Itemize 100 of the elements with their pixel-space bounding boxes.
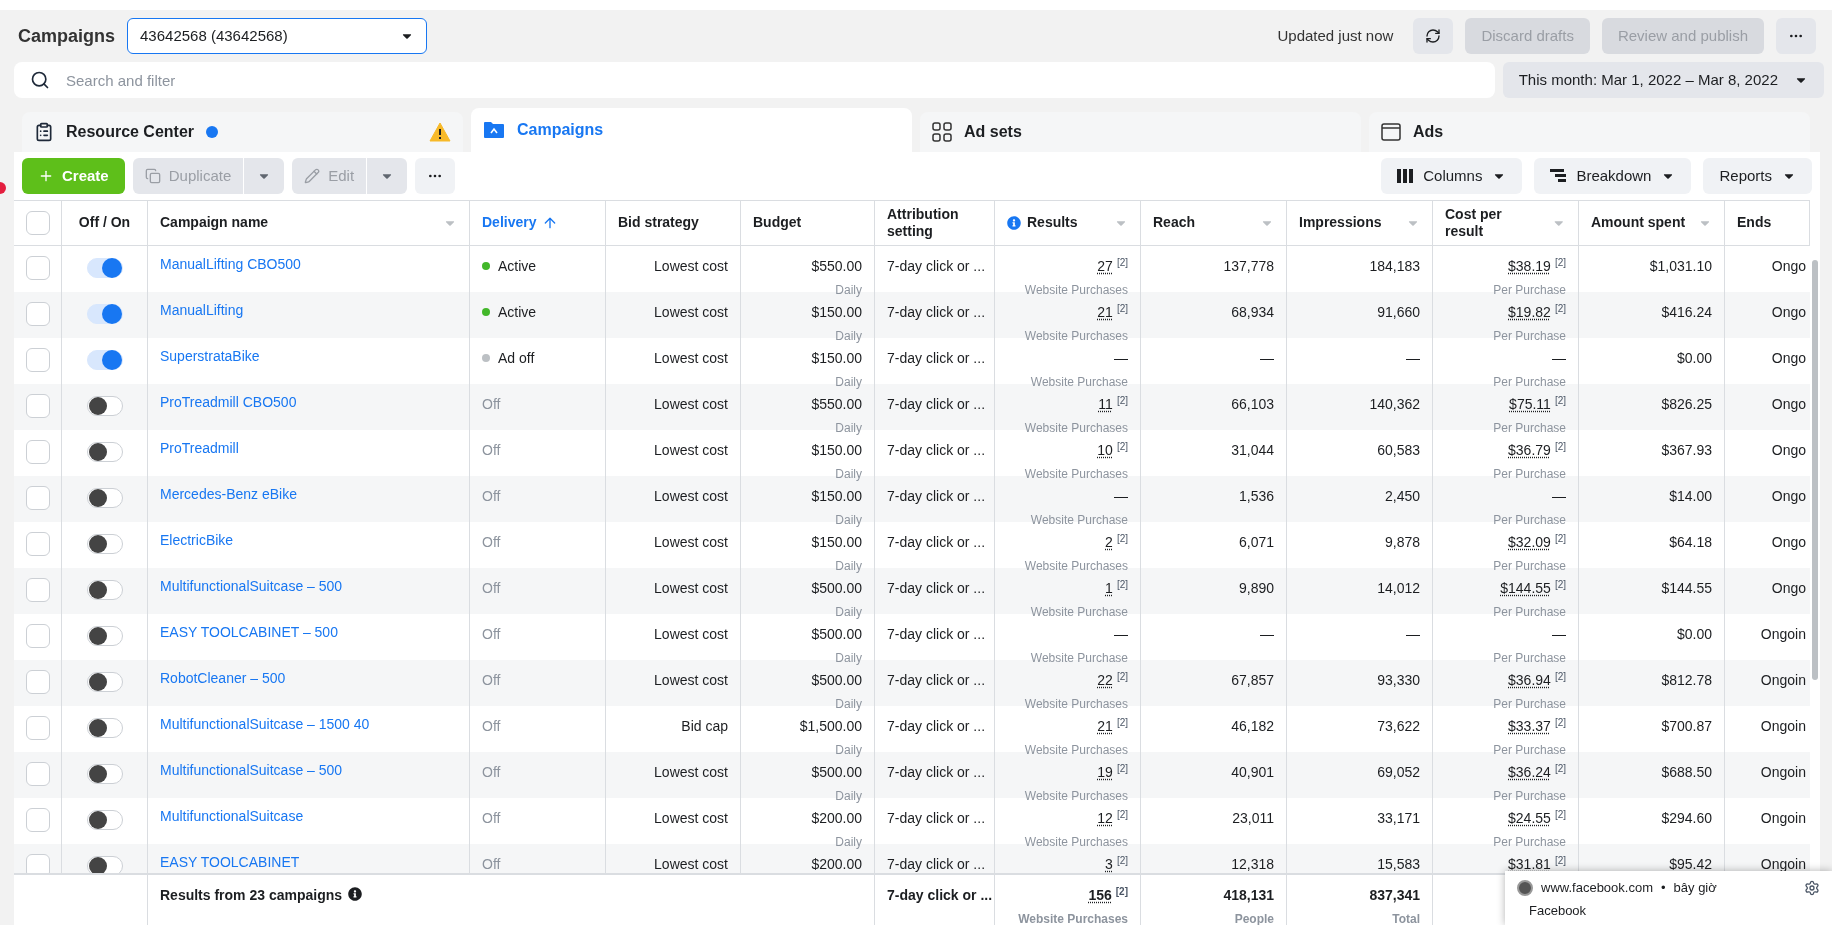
row-checkbox[interactable] <box>25 716 50 740</box>
warning-icon <box>429 122 451 142</box>
column-header[interactable]: Campaign name <box>160 214 269 232</box>
date-range-dropdown[interactable]: This month: Mar 1, 2022 – Mar 8, 2022 <box>1502 62 1824 98</box>
row-checkbox[interactable] <box>25 762 50 786</box>
campaign-link[interactable]: ProTreadmill <box>160 440 239 456</box>
metric-value: $688.50 <box>1661 763 1712 782</box>
row-checkbox[interactable] <box>25 532 50 556</box>
row-checkbox[interactable] <box>25 256 50 280</box>
settings-icon[interactable] <box>1804 880 1820 897</box>
end-date: Ongo <box>1771 487 1806 506</box>
attribution-text: 7-day click or ... <box>887 350 986 366</box>
notification-popup[interactable]: www.facebook.com • bây giờ Facebook <box>1505 871 1832 925</box>
toggle-switch[interactable] <box>86 810 123 830</box>
toggle-switch[interactable] <box>86 396 123 416</box>
toolbar-button[interactable]: Breakdown <box>1534 158 1692 194</box>
toggle-switch[interactable] <box>86 718 123 738</box>
end-date: Ongo <box>1771 395 1806 414</box>
metric-value: $64.18 <box>1669 533 1712 552</box>
more-button[interactable] <box>415 158 456 194</box>
account-dropdown[interactable]: 43642568 (43642568) <box>127 18 428 54</box>
column-header[interactable]: Ends <box>1737 214 1772 232</box>
campaign-link[interactable]: MultifunctionalSuitcase <box>160 808 304 824</box>
campaign-link[interactable]: EASY TOOLCABINET – 500 <box>160 624 338 640</box>
toolbar-button[interactable]: Reports <box>1703 158 1812 194</box>
column-header[interactable]: Bid strategy <box>618 214 699 232</box>
row-checkbox[interactable] <box>25 854 50 873</box>
refresh-button[interactable] <box>1413 18 1454 54</box>
column-header[interactable]: Results <box>1027 214 1078 232</box>
toggle-switch[interactable] <box>86 580 123 600</box>
row-checkbox[interactable] <box>25 394 50 418</box>
tab[interactable]: Resource Center <box>22 112 463 152</box>
header-checkbox[interactable] <box>25 211 50 235</box>
campaign-link[interactable]: MultifunctionalSuitcase – 500 <box>160 578 343 594</box>
info-icon <box>348 887 363 901</box>
column-header[interactable]: Cost per result <box>1445 205 1541 241</box>
row-checkbox[interactable] <box>25 578 50 602</box>
toggle-switch[interactable] <box>86 856 123 873</box>
row-checkbox[interactable] <box>25 808 50 832</box>
toggle-switch[interactable] <box>86 350 123 370</box>
toggle-switch[interactable] <box>86 488 123 508</box>
dropdown-button[interactable] <box>367 158 408 194</box>
campaign-link[interactable]: SuperstrataBike <box>160 348 260 364</box>
row-checkbox[interactable] <box>25 348 50 372</box>
notification-title: Facebook <box>1528 901 1588 920</box>
toolbar-button[interactable]: Columns <box>1381 158 1523 194</box>
column-header[interactable]: Budget <box>753 214 802 232</box>
end-date: Ongoin <box>1760 671 1806 690</box>
footnote-ref: [2] <box>1554 716 1566 730</box>
row-checkbox[interactable] <box>25 302 50 326</box>
row-checkbox[interactable] <box>25 486 50 510</box>
tab[interactable]: Ad sets <box>920 112 1361 152</box>
footnote-ref: [2] <box>1116 808 1128 822</box>
metric-value: — <box>1406 625 1420 644</box>
campaign-link[interactable]: RobotCleaner – 500 <box>160 670 286 686</box>
column-header[interactable]: Amount spent <box>1591 214 1686 232</box>
campaign-link[interactable]: MultifunctionalSuitcase – 1500 40 <box>160 716 370 732</box>
metric-value: — <box>1552 625 1566 644</box>
tab[interactable]: Campaigns <box>471 108 912 152</box>
toggle-switch[interactable] <box>86 764 123 784</box>
metric-value: 2 <box>1105 533 1113 552</box>
toggle-switch[interactable] <box>86 672 123 692</box>
campaign-link[interactable]: ElectricBike <box>160 532 234 548</box>
update-status: Updated just now <box>1277 26 1394 47</box>
metric-note: Website Purchases <box>1024 696 1128 712</box>
column-header[interactable]: Attribution setting <box>887 205 982 241</box>
metric-note: Per Purchase <box>1493 328 1566 344</box>
campaign-link[interactable]: Mercedes-Benz eBike <box>160 486 297 502</box>
metric-value: 11 <box>1098 395 1113 414</box>
campaign-link[interactable]: MultifunctionalSuitcase – 500 <box>160 762 343 778</box>
toggle-switch[interactable] <box>86 442 123 462</box>
column-header[interactable]: Impressions <box>1299 214 1382 232</box>
create-button[interactable]: Create <box>22 158 125 194</box>
toggle-switch[interactable] <box>86 626 123 646</box>
metric-note: Daily <box>835 696 862 712</box>
campaign-link[interactable]: ManualLifting <box>160 302 244 318</box>
row-checkbox[interactable] <box>25 624 50 648</box>
toggle-switch[interactable] <box>86 304 123 324</box>
attribution-text: 7-day click or ... <box>887 856 986 872</box>
toggle-switch[interactable] <box>86 534 123 554</box>
end-date: Ongo <box>1771 579 1806 598</box>
campaign-link[interactable]: EASY TOOLCABINET <box>160 854 300 870</box>
dropdown-button[interactable] <box>244 158 285 194</box>
scrollbar[interactable] <box>1812 260 1818 680</box>
tab[interactable]: Ads <box>1369 112 1810 152</box>
footnote-ref: [2] <box>1554 302 1566 316</box>
campaign-link[interactable]: ProTreadmill CBO500 <box>160 394 297 410</box>
metric-value: $32.09 <box>1508 533 1551 552</box>
row-checkbox[interactable] <box>25 670 50 694</box>
toggle-switch[interactable] <box>86 258 123 278</box>
more-button[interactable] <box>1776 18 1816 54</box>
column-header[interactable]: Reach <box>1153 214 1196 232</box>
metric-note: Per Purchase <box>1493 604 1566 620</box>
search-field[interactable]: Search and filter <box>14 62 1495 98</box>
column-header[interactable]: Delivery <box>482 214 537 232</box>
column-header[interactable]: Off / On <box>78 214 131 232</box>
row-checkbox[interactable] <box>25 440 50 464</box>
metric-value: $500.00 <box>811 763 862 782</box>
campaign-link[interactable]: ManualLifting CBO500 <box>160 256 301 272</box>
metric-value: $24.55 <box>1508 809 1551 828</box>
